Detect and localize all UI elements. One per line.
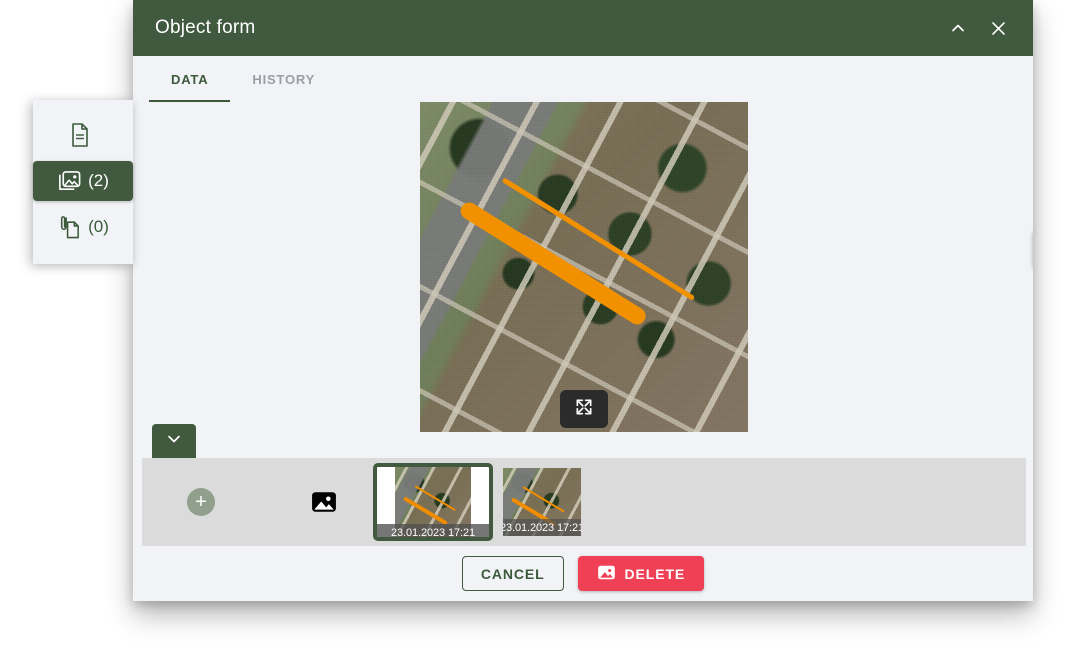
aerial-photo (420, 102, 748, 432)
image-placeholder-icon[interactable] (311, 489, 337, 515)
thumbnail-list: 23.01.2023 17:21 23.01.2023 17:21 (373, 463, 581, 541)
sidebar-item-attachments-count: (0) (88, 217, 109, 236)
attachments-side-panel: (2) (0) (33, 100, 133, 264)
paperclip-document-icon (57, 214, 82, 240)
thumbnail-timestamp: 23.01.2023 17:21 (503, 519, 581, 536)
dialog-header: Object form (133, 0, 1033, 56)
sidebar-item-attachments[interactable]: (0) (33, 207, 133, 247)
fullscreen-button[interactable] (560, 390, 608, 428)
image-icon (597, 563, 616, 585)
object-form-dialog: Object form DATA HISTORY + 23.01.2023 17… (133, 0, 1033, 601)
screen-root: Object form DATA HISTORY + 23.01.2023 17… (0, 0, 1079, 668)
cancel-button[interactable]: CANCEL (461, 556, 564, 591)
page-title: Object form (155, 17, 256, 38)
chevron-up-icon (948, 18, 968, 38)
document-icon (68, 122, 92, 148)
dialog-body: + 23.01.2023 17:21 23.01.2023 17:21 (133, 102, 1033, 546)
delete-button[interactable]: DELETE (577, 556, 705, 591)
sidebar-item-document[interactable] (33, 115, 133, 155)
fullscreen-expand-icon (574, 397, 594, 422)
chevron-down-icon (164, 429, 184, 454)
collapse-dialog-button[interactable] (941, 11, 975, 45)
thumbnail-item[interactable]: 23.01.2023 17:21 (373, 463, 493, 541)
thumbnail-item[interactable]: 23.01.2023 17:21 (503, 468, 581, 536)
tab-data[interactable]: DATA (149, 56, 231, 102)
tab-history[interactable]: HISTORY (230, 56, 337, 102)
collapse-panel-button[interactable] (152, 424, 196, 458)
add-image-button[interactable]: + (187, 488, 215, 516)
delete-button-label: DELETE (624, 565, 686, 582)
close-icon (989, 19, 1008, 38)
sidebar-item-images-count: (2) (88, 171, 109, 190)
thumbnail-strip: + 23.01.2023 17:21 23.01.2023 17:21 (142, 458, 1026, 546)
close-dialog-button[interactable] (981, 11, 1015, 45)
dialog-tabs: DATA HISTORY (133, 56, 1033, 102)
sidebar-item-images[interactable]: (2) (33, 161, 133, 201)
image-icon (57, 169, 82, 194)
photo-viewer[interactable] (420, 102, 748, 432)
dialog-footer: CANCEL DELETE (133, 546, 1033, 601)
thumbnail-timestamp: 23.01.2023 17:21 (377, 524, 489, 537)
